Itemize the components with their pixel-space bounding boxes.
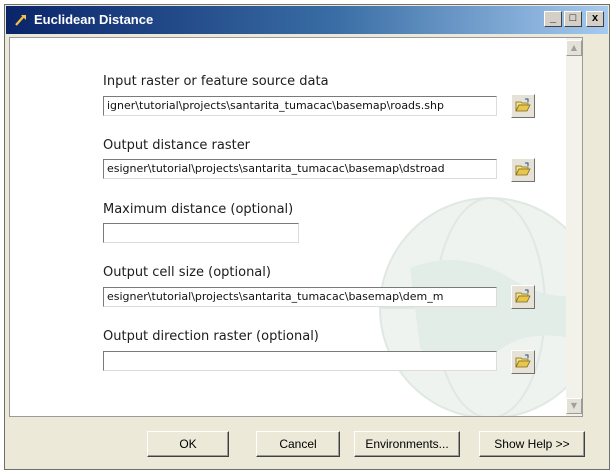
input-raster-browse-button[interactable] <box>511 94 535 118</box>
output-cell-size-field[interactable]: esigner\tutorial\projects\santarita_tuma… <box>103 287 497 307</box>
open-folder-icon <box>515 289 531 303</box>
cancel-button[interactable]: Cancel <box>256 431 340 457</box>
maximum-distance-label: Maximum distance (optional) <box>103 202 294 217</box>
euclidean-distance-dialog: Euclidean Distance _ □ x Input raster or… <box>4 4 610 470</box>
open-folder-icon <box>515 354 531 368</box>
input-raster-field[interactable]: igner\tutorial\projects\santarita_tumaca… <box>103 96 497 116</box>
open-folder-icon <box>515 162 531 176</box>
output-distance-browse-button[interactable] <box>511 158 535 182</box>
scroll-up-arrow-icon[interactable]: ▲ <box>566 40 582 56</box>
window-title: Euclidean Distance <box>34 12 154 27</box>
ok-button[interactable]: OK <box>147 431 229 457</box>
output-distance-label: Output distance raster <box>103 138 251 153</box>
input-raster-label: Input raster or feature source data <box>103 74 329 89</box>
dialog-button-bar: OK Cancel Environments... Show Help >> <box>6 417 608 470</box>
maximize-button[interactable]: □ <box>564 11 582 27</box>
show-help-button[interactable]: Show Help >> <box>479 431 585 457</box>
scroll-down-arrow-icon[interactable]: ▼ <box>566 398 582 414</box>
open-folder-icon <box>515 98 531 112</box>
minimize-button[interactable]: _ <box>544 11 562 27</box>
output-direction-field[interactable] <box>103 351 497 371</box>
output-cell-size-browse-button[interactable] <box>511 285 535 309</box>
parameters-panel: Input raster or feature source data igne… <box>9 37 583 417</box>
vertical-scrollbar[interactable]: ▲ ▼ <box>566 38 582 416</box>
environments-button[interactable]: Environments... <box>354 431 460 457</box>
close-button[interactable]: x <box>586 11 604 27</box>
output-cell-size-label: Output cell size (optional) <box>103 265 271 280</box>
output-direction-browse-button[interactable] <box>511 350 535 374</box>
output-direction-label: Output direction raster (optional) <box>103 329 319 344</box>
maximum-distance-field[interactable] <box>103 223 299 243</box>
title-bar[interactable]: Euclidean Distance _ □ x <box>6 6 608 34</box>
output-distance-field[interactable]: esigner\tutorial\projects\santarita_tuma… <box>103 159 497 179</box>
toolbox-arrow-icon <box>14 12 30 28</box>
